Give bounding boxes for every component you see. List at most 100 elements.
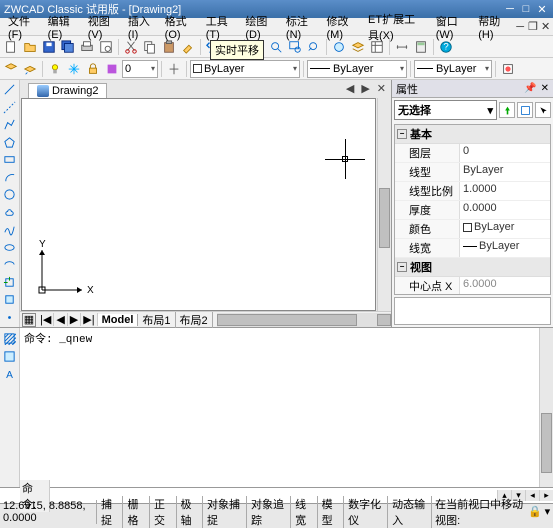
status-lwt[interactable]: 线宽 <box>291 496 318 528</box>
cat-view[interactable]: −视图 <box>395 258 550 277</box>
preview-icon[interactable] <box>97 38 115 56</box>
insert-icon[interactable] <box>2 275 18 291</box>
text-icon[interactable]: A <box>2 366 18 382</box>
quickselect-icon[interactable] <box>499 102 515 118</box>
tab-next-icon[interactable]: ▶ <box>68 313 81 326</box>
doc-minimize-button[interactable]: ─ <box>515 20 526 34</box>
prop-thickness[interactable]: 厚度0.0000 <box>395 201 550 220</box>
pline-icon[interactable] <box>2 117 18 133</box>
horizontal-scrollbar[interactable] <box>217 313 391 327</box>
ellipsearc-icon[interactable] <box>2 257 18 273</box>
close-button[interactable]: ✕ <box>535 2 549 16</box>
status-ortho[interactable]: 正交 <box>150 496 177 528</box>
saveall-icon[interactable] <box>59 38 77 56</box>
region-icon[interactable] <box>2 348 18 364</box>
status-otrack[interactable]: 对象追踪 <box>247 496 291 528</box>
line-icon[interactable] <box>2 82 18 98</box>
prop-cx[interactable]: 中心点 X6.0000 <box>395 277 550 295</box>
status-osnap[interactable]: 对象捕捉 <box>203 496 247 528</box>
vertical-scrollbar[interactable] <box>377 98 391 311</box>
dist-icon[interactable] <box>393 38 411 56</box>
tab-close-icon[interactable]: ✕ <box>374 82 389 95</box>
linetype-dropdown[interactable]: ByLayer ▾ <box>307 60 407 78</box>
pickadd-icon[interactable] <box>517 102 533 118</box>
arc-icon[interactable] <box>2 170 18 186</box>
status-menu-icon[interactable]: ▾ <box>542 505 553 518</box>
tab-right-icon[interactable]: ▶ <box>358 82 372 95</box>
cmd-vertical-scrollbar[interactable] <box>539 328 553 487</box>
help-icon[interactable]: ? <box>437 38 455 56</box>
hscroll-right[interactable] <box>377 314 391 326</box>
layer-icon[interactable] <box>349 38 367 56</box>
freeze-icon[interactable] <box>65 60 83 78</box>
zoom-realtime-icon[interactable] <box>267 38 285 56</box>
open-icon[interactable] <box>21 38 39 56</box>
zoom-prev-icon[interactable] <box>305 38 323 56</box>
coordinates[interactable]: 12.6915, 8.8858, 0.0000 <box>0 500 97 524</box>
menu-help[interactable]: 帮助(H) <box>472 12 513 42</box>
command-history[interactable]: 命令: _qnew <box>20 328 539 487</box>
xline-icon[interactable] <box>2 100 18 116</box>
light-on-icon[interactable] <box>46 60 64 78</box>
linetype-icon[interactable] <box>165 60 183 78</box>
tab-last-icon[interactable]: ▶| <box>81 313 97 326</box>
revcloud-icon[interactable] <box>2 205 18 221</box>
calc-icon[interactable] <box>412 38 430 56</box>
status-tablet[interactable]: 数字化仪 <box>344 496 388 528</box>
selectobj-icon[interactable] <box>535 102 551 118</box>
prop-color[interactable]: 颜色ByLayer <box>395 220 550 239</box>
prop-linetype[interactable]: 线型ByLayer <box>395 163 550 182</box>
pin-icon[interactable]: 📌 <box>524 83 536 94</box>
layer-mgr-icon[interactable] <box>2 60 20 78</box>
status-polar[interactable]: 极轴 <box>177 496 204 528</box>
grid-toggle-icon[interactable]: ▦ <box>22 313 36 327</box>
color-icon[interactable] <box>103 60 121 78</box>
prop-lineweight[interactable]: 线宽ByLayer <box>395 239 550 258</box>
doc-tab-drawing2[interactable]: Drawing2 <box>28 83 107 98</box>
doc-restore-button[interactable]: ❐ <box>528 20 539 34</box>
point-icon[interactable] <box>2 310 18 326</box>
new-icon[interactable] <box>2 38 20 56</box>
hatch-icon[interactable] <box>2 330 18 346</box>
plot-icon[interactable] <box>78 38 96 56</box>
plotstyle-icon[interactable] <box>499 60 517 78</box>
tab-first-icon[interactable]: |◀ <box>38 313 54 326</box>
block-icon[interactable] <box>2 292 18 308</box>
maximize-button[interactable]: □ <box>519 2 533 16</box>
cmd-right-icon[interactable]: ▸ <box>539 490 553 501</box>
tab-prev-icon[interactable]: ◀ <box>54 313 67 326</box>
cut-icon[interactable] <box>122 38 140 56</box>
circle-icon[interactable] <box>2 187 18 203</box>
vscroll-thumb[interactable] <box>379 188 390 248</box>
status-grid[interactable]: 栅格 <box>123 496 150 528</box>
spline-icon[interactable] <box>2 222 18 238</box>
layer-prev-icon[interactable] <box>21 60 39 78</box>
selection-dropdown[interactable]: 无选择 ▾ <box>394 100 497 120</box>
polygon-icon[interactable] <box>2 135 18 151</box>
matchprop-icon[interactable] <box>179 38 197 56</box>
props-icon[interactable] <box>368 38 386 56</box>
tab-left-icon[interactable]: ◀ <box>343 82 357 95</box>
layout-tab-1[interactable]: 布局1 <box>138 312 175 328</box>
lineweight-dropdown[interactable]: ByLayer ▾ <box>414 60 492 78</box>
color-dropdown[interactable]: ByLayer ▾ <box>190 60 300 78</box>
paste-icon[interactable] <box>160 38 178 56</box>
save-icon[interactable] <box>40 38 58 56</box>
cat-basic[interactable]: −基本 <box>395 125 550 144</box>
status-dyn[interactable]: 动态输入 <box>388 496 432 528</box>
status-model[interactable]: 模型 <box>318 496 345 528</box>
hscroll-thumb[interactable] <box>217 314 357 326</box>
render-icon[interactable] <box>330 38 348 56</box>
lock-icon[interactable] <box>84 60 102 78</box>
zoom-window-icon[interactable] <box>286 38 304 56</box>
prop-ltscale[interactable]: 线型比例1.0000 <box>395 182 550 201</box>
layout-tab-model[interactable]: Model <box>98 314 139 326</box>
prop-layer[interactable]: 图层0 <box>395 144 550 163</box>
rectangle-icon[interactable] <box>2 152 18 168</box>
ellipse-icon[interactable] <box>2 240 18 256</box>
status-lock-icon[interactable]: 🔒 <box>528 505 542 518</box>
doc-close-button[interactable]: ✕ <box>540 20 551 34</box>
drawing-canvas[interactable]: X Y <box>21 98 376 311</box>
layer-state-dropdown[interactable]: 0▾ <box>122 60 158 78</box>
layout-tab-2[interactable]: 布局2 <box>176 312 213 328</box>
